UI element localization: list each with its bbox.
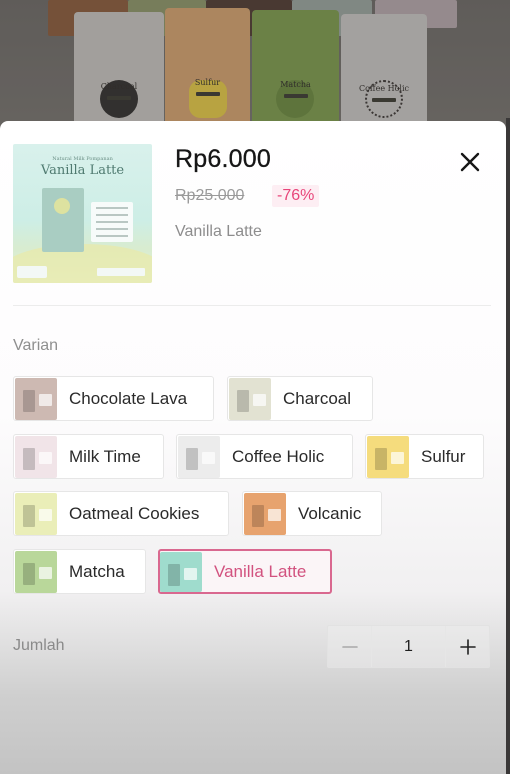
variant-label: Chocolate Lava: [69, 388, 188, 408]
background-product-photo: Charcoal Sulfur Matcha Coffee Holic: [0, 0, 510, 130]
variant-thumbnail: [15, 435, 57, 478]
increment-button[interactable]: [446, 626, 489, 667]
close-icon: [460, 152, 480, 172]
variant-chip-charcoal[interactable]: Charcoal: [227, 376, 373, 421]
variant-label: Oatmeal Cookies: [69, 503, 200, 523]
variant-label: Volcanic: [298, 503, 362, 523]
variant-thumbnail: [244, 492, 286, 535]
decrement-button[interactable]: [328, 626, 371, 667]
selected-variant-name: Vanilla Latte: [175, 223, 262, 240]
minus-icon: [341, 645, 358, 648]
variant-section-label: Varian: [13, 337, 59, 354]
variant-thumbnail: [229, 377, 271, 420]
variant-thumbnail: [15, 492, 57, 535]
quantity-stepper: 1: [327, 625, 490, 668]
variant-chip-sulfur[interactable]: Sulfur: [365, 434, 484, 479]
variant-thumbnail: [160, 551, 202, 592]
quantity-value[interactable]: 1: [371, 626, 446, 667]
variant-thumbnail: [15, 377, 57, 420]
variant-label: Milk Time: [69, 446, 141, 466]
variant-chip-coffee-holic[interactable]: Coffee Holic: [176, 434, 353, 479]
variant-chip-matcha[interactable]: Matcha: [13, 549, 146, 594]
variant-thumbnail: [367, 435, 409, 478]
variant-bottom-sheet: Natural Milk Pompanan Vanilla Latte Rp6.…: [0, 121, 506, 774]
product-image-title: Vanilla Latte: [40, 163, 125, 178]
variant-label: Sulfur: [421, 446, 466, 466]
original-price: Rp25.000: [175, 187, 245, 204]
plus-icon: [459, 638, 476, 655]
quantity-label: Jumlah: [13, 637, 65, 654]
variant-chip-milk-time[interactable]: Milk Time: [13, 434, 164, 479]
variant-label: Vanilla Latte: [214, 561, 307, 581]
variant-label: Matcha: [69, 561, 125, 581]
image-info-card: [91, 202, 133, 242]
image-badge: [17, 266, 47, 278]
image-packet: [42, 188, 84, 252]
current-price: Rp6.000: [175, 145, 271, 173]
dim-overlay[interactable]: [0, 0, 510, 130]
variant-chip-chocolate-lava[interactable]: Chocolate Lava: [13, 376, 214, 421]
product-image-subtitle: Natural Milk Pompanan: [52, 156, 113, 162]
variant-label: Coffee Holic: [232, 446, 325, 466]
discount-badge: -76%: [272, 185, 320, 207]
variant-label: Charcoal: [283, 388, 352, 408]
variant-thumbnail: [15, 550, 57, 593]
variant-thumbnail: [178, 435, 220, 478]
close-button[interactable]: [456, 148, 484, 176]
product-image: Natural Milk Pompanan Vanilla Latte: [13, 144, 152, 283]
variant-chip-vanilla-latte[interactable]: Vanilla Latte: [158, 549, 332, 594]
image-contact: [97, 268, 145, 276]
screen-edge: [506, 118, 510, 774]
variant-chip-volcanic[interactable]: Volcanic: [242, 491, 382, 536]
variant-chip-oatmeal-cookies[interactable]: Oatmeal Cookies: [13, 491, 229, 536]
divider: [13, 305, 491, 306]
